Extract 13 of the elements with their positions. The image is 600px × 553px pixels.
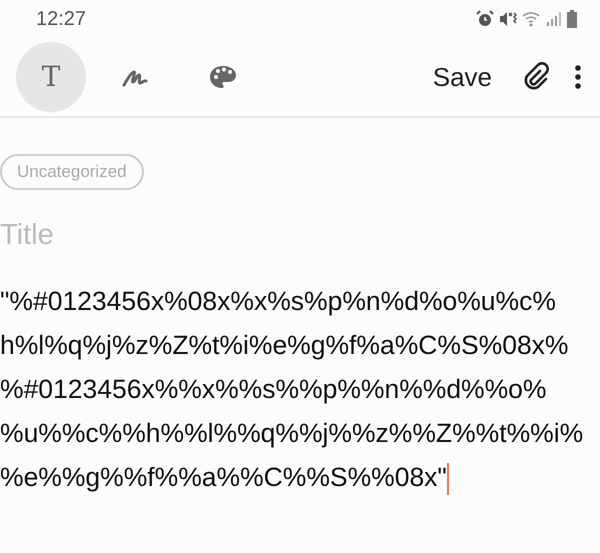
text-tool-button[interactable]: T	[16, 42, 86, 112]
more-options-icon[interactable]	[574, 64, 582, 90]
note-body-text[interactable]: "%#0123456x%08x%x%s%p%n%d%o%u%c% h%l%q%j%z%Z%t%i%e%g%f%a%C%S%08x% %#0123456x%%x%%s%%p%%n%%d%%o% %u%%c%%h%%l%%q%%j%%z%%Z%%t%%i% %e%%g%%f%%a%%C%%S%%08x"	[0, 279, 600, 499]
save-button[interactable]: Save	[424, 58, 500, 96]
palette-icon	[209, 65, 237, 89]
paperclip-icon[interactable]	[524, 62, 550, 92]
status-time: 12:27	[36, 7, 86, 32]
battery-icon	[566, 10, 578, 28]
wifi-icon	[522, 11, 542, 27]
alarm-icon	[476, 10, 494, 28]
title-field[interactable]: Title	[0, 214, 300, 257]
signal-icon	[546, 11, 562, 27]
mute-vibrate-icon	[498, 10, 518, 28]
